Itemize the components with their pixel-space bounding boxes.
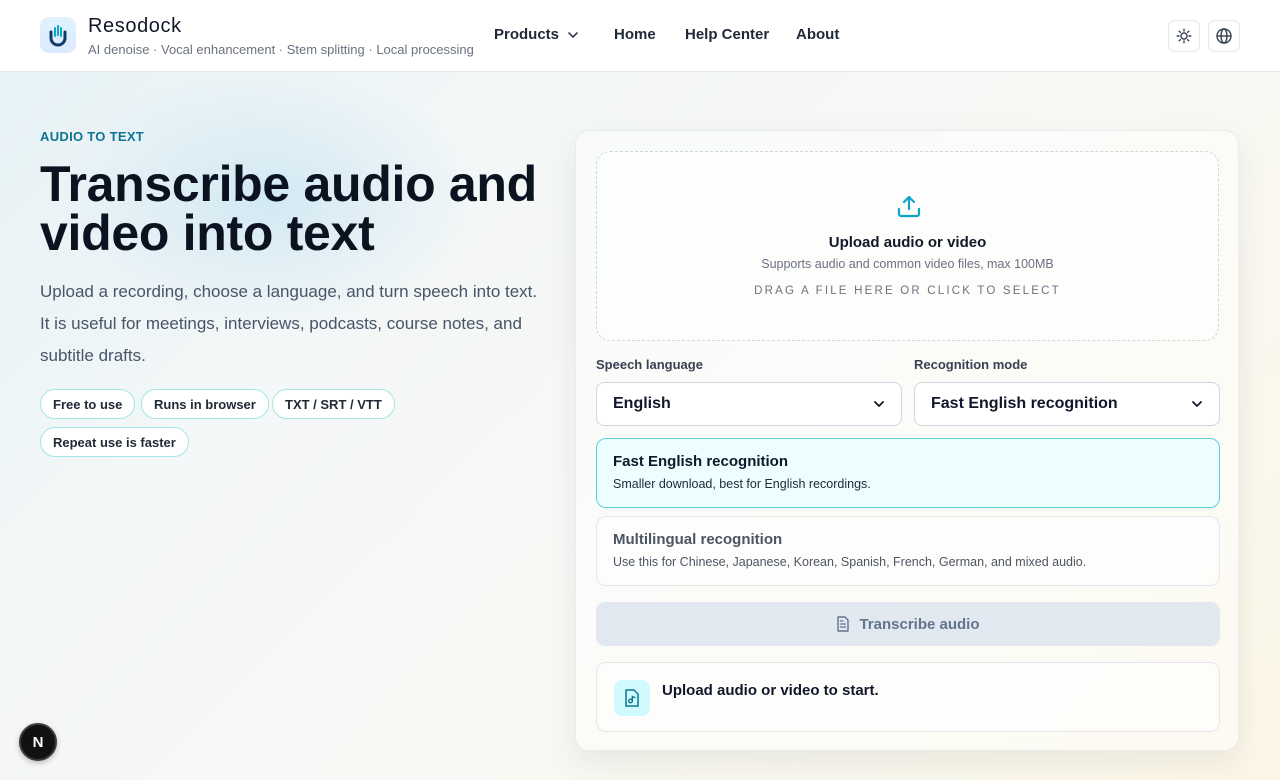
hero-title: Transcribe audio and video into text bbox=[40, 156, 537, 261]
language-select[interactable]: English bbox=[596, 382, 902, 426]
chip-output-formats: TXT / SRT / VTT bbox=[272, 389, 395, 419]
nav-help-center-link[interactable]: Help Center bbox=[685, 26, 769, 43]
file-audio-icon bbox=[614, 680, 650, 716]
brand-name[interactable]: Resodock bbox=[88, 15, 182, 38]
sun-icon bbox=[1176, 28, 1192, 44]
mode-option-multilingual[interactable]: Multilingual recognition Use this for Ch… bbox=[596, 516, 1220, 586]
language-switch-button[interactable] bbox=[1208, 20, 1240, 52]
globe-icon bbox=[1216, 28, 1232, 44]
mode-option-description: Use this for Chinese, Japanese, Korean, … bbox=[613, 555, 1087, 569]
mode-option-title: Multilingual recognition bbox=[613, 531, 783, 548]
transcribe-button-label: Transcribe audio bbox=[859, 615, 980, 633]
upload-hint: DRAG A FILE HERE OR CLICK TO SELECT bbox=[754, 285, 1061, 297]
brand-tagline: AI denoise · Vocal enhancement · Stem sp… bbox=[88, 42, 474, 57]
language-select-value: English bbox=[613, 395, 671, 412]
nav-products-menu[interactable]: Products bbox=[494, 26, 579, 43]
status-message: Upload audio or video to start. bbox=[662, 682, 879, 699]
transcribe-button[interactable]: Transcribe audio bbox=[596, 602, 1220, 646]
mode-option-description: Smaller download, best for English recor… bbox=[613, 477, 871, 491]
chevron-down-icon bbox=[874, 401, 884, 407]
theme-toggle-button[interactable] bbox=[1168, 20, 1200, 52]
language-label: Speech language bbox=[596, 357, 703, 372]
upload-title: Upload audio or video bbox=[828, 234, 987, 251]
mode-label: Recognition mode bbox=[914, 357, 1028, 372]
nav-about-link[interactable]: About bbox=[796, 26, 839, 43]
mode-option-fast-english[interactable]: Fast English recognition Smaller downloa… bbox=[596, 438, 1220, 508]
status-card: Upload audio or video to start. bbox=[596, 662, 1220, 732]
chevron-down-icon bbox=[568, 31, 578, 38]
nav-home-link[interactable]: Home bbox=[614, 26, 656, 43]
mode-option-title: Fast English recognition bbox=[613, 453, 789, 470]
upload-subtitle: Supports audio and common video files, m… bbox=[761, 257, 1054, 271]
mode-select[interactable]: Fast English recognition bbox=[914, 382, 1220, 426]
upload-icon bbox=[897, 195, 921, 218]
document-icon bbox=[837, 616, 850, 632]
resodock-logo[interactable] bbox=[40, 17, 76, 53]
mode-select-value: Fast English recognition bbox=[931, 395, 1118, 412]
chip-free-to-use: Free to use bbox=[40, 389, 136, 419]
chip-repeat-use: Repeat use is faster bbox=[40, 427, 189, 457]
upload-dropzone[interactable]: Upload audio or video Supports audio and… bbox=[596, 151, 1219, 341]
chip-runs-in-browser: Runs in browser bbox=[141, 389, 269, 419]
floating-n-button[interactable]: N bbox=[19, 723, 57, 761]
site-header: Resodock AI denoise · Vocal enhancement … bbox=[0, 0, 1280, 72]
nav-products-label: Products bbox=[494, 26, 560, 43]
hero-eyebrow: AUDIO TO TEXT bbox=[40, 129, 145, 144]
hero-description: Upload a recording, choose a language, a… bbox=[40, 282, 538, 365]
transcribe-panel: Upload audio or video Supports audio and… bbox=[575, 130, 1239, 751]
chevron-down-icon bbox=[1192, 401, 1202, 407]
